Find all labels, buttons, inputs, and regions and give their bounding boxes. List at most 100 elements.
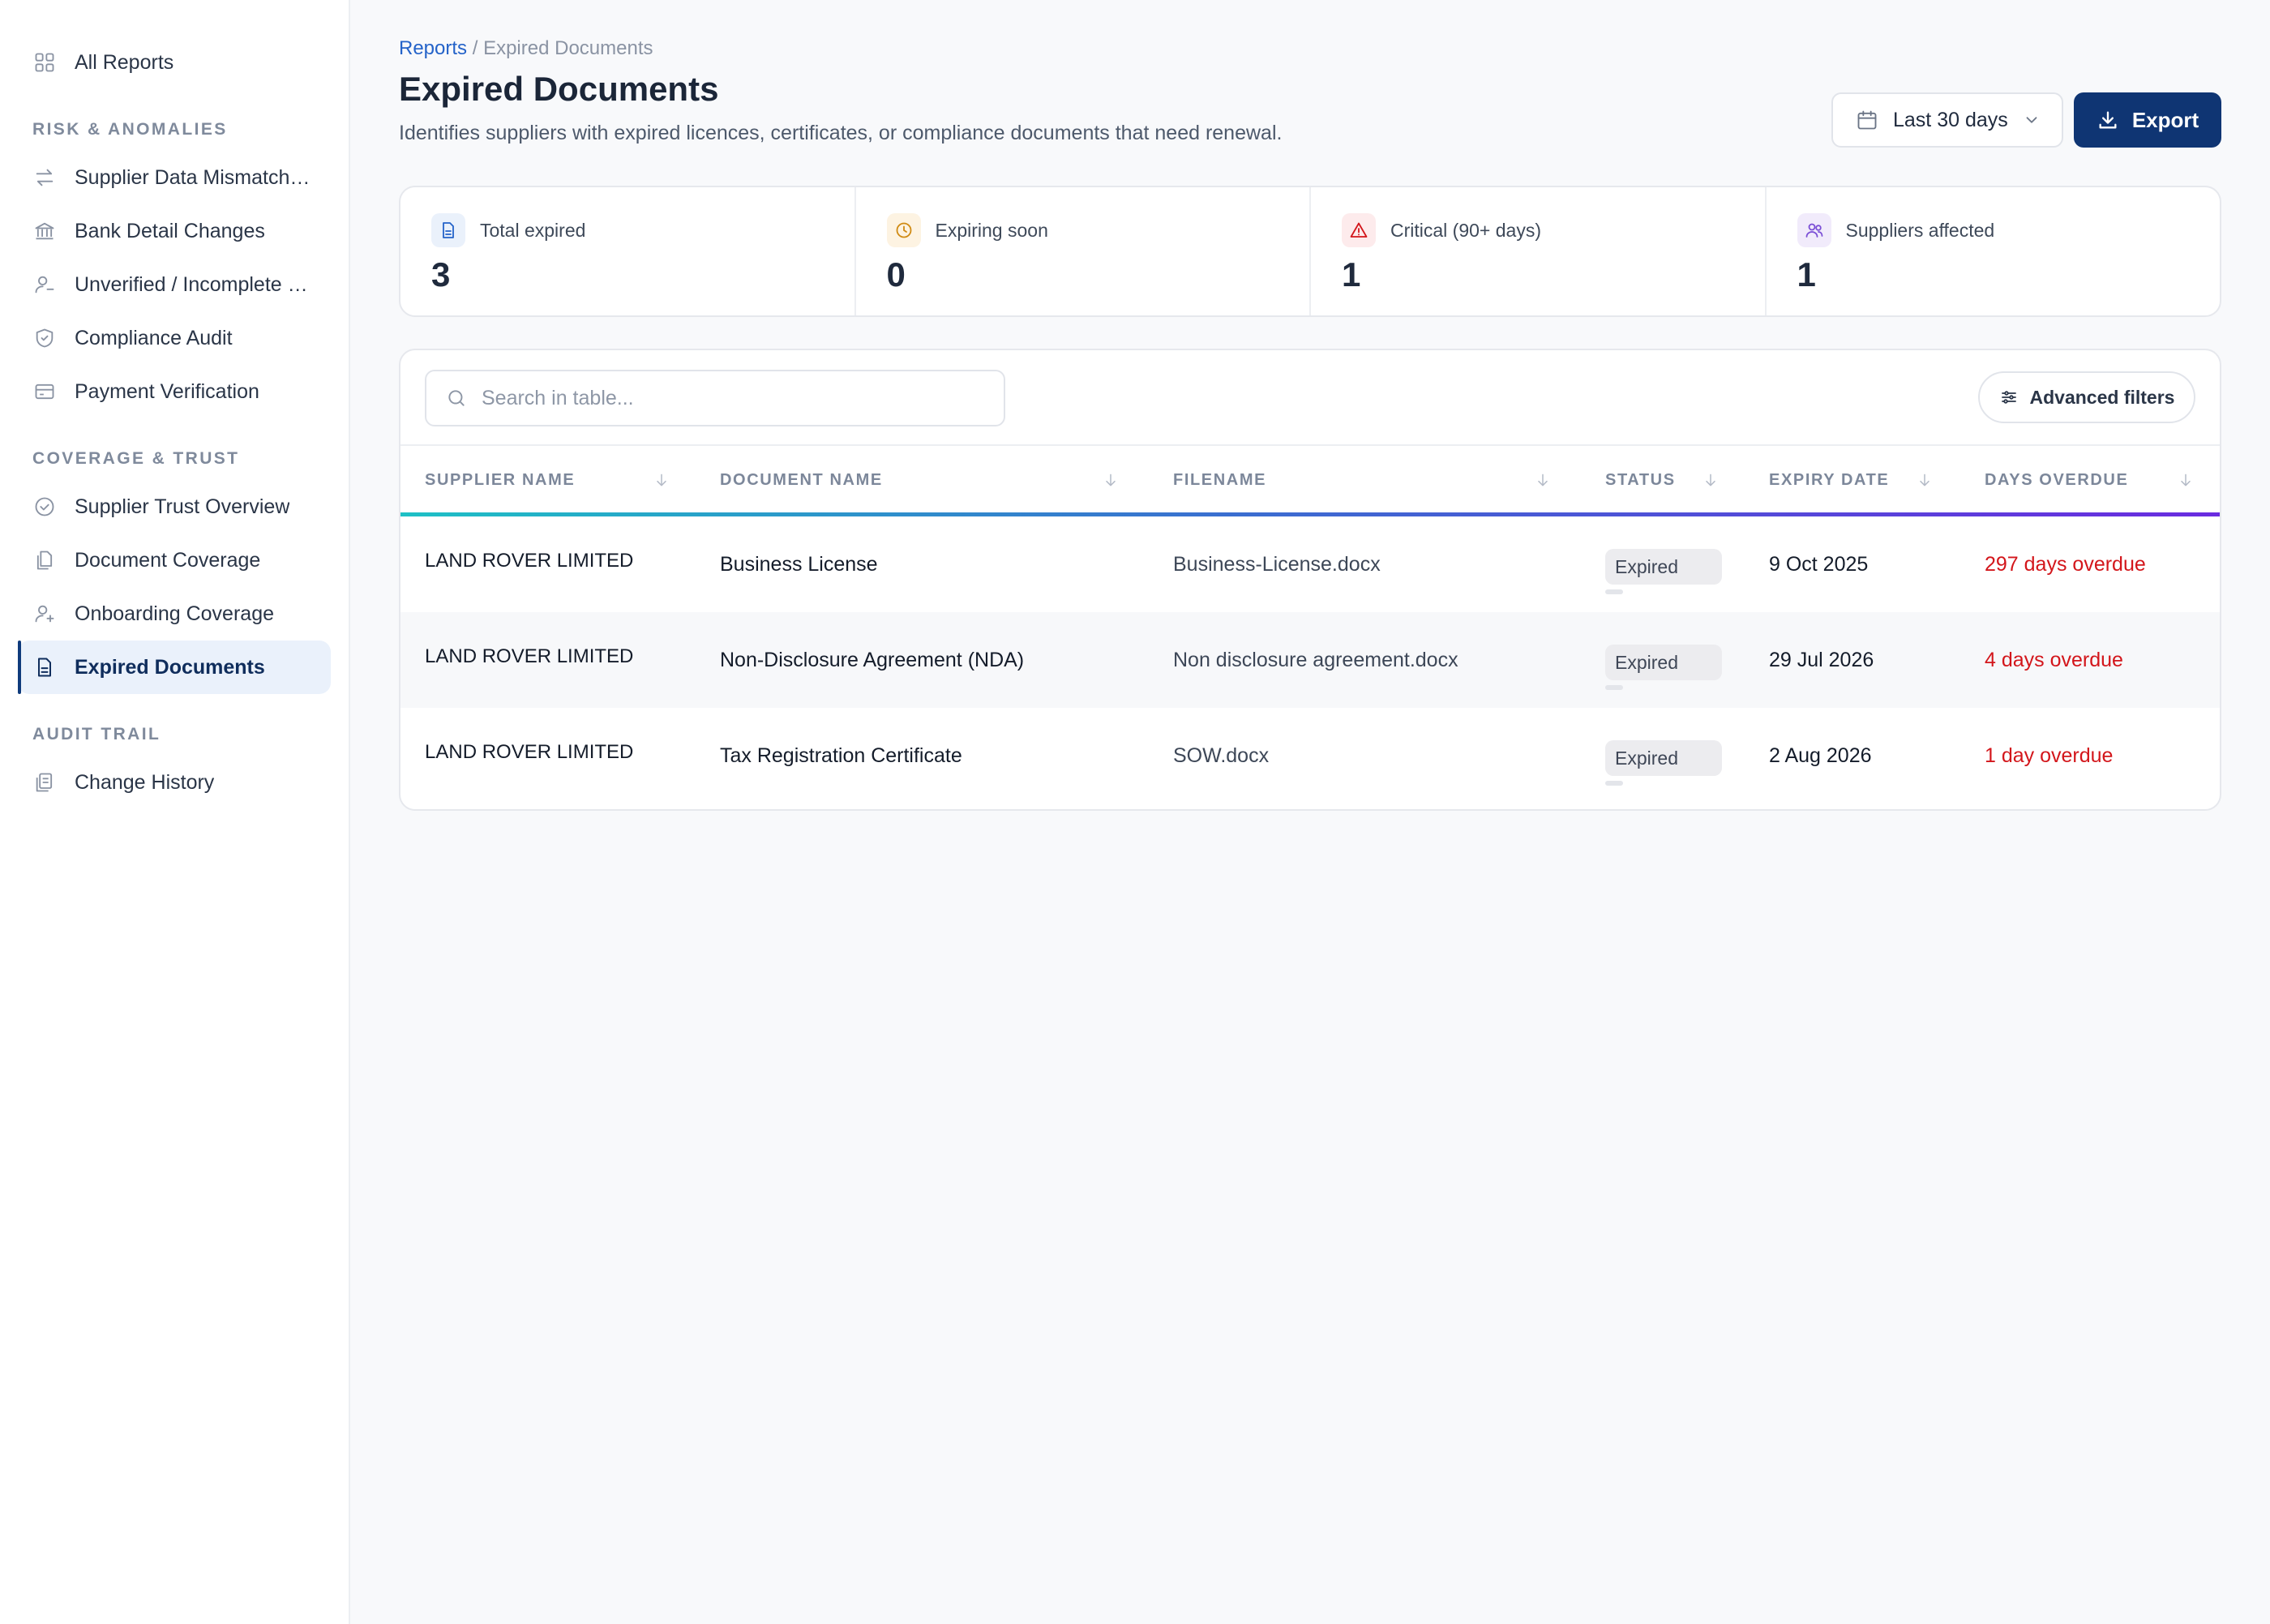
clock-icon bbox=[886, 213, 921, 247]
nav-label: Compliance Audit bbox=[75, 326, 233, 349]
export-label: Export bbox=[2131, 107, 2199, 132]
search-icon bbox=[448, 390, 465, 406]
shield-check-icon bbox=[32, 326, 57, 350]
cell-supplier: LAND ROVER LIMITED bbox=[425, 741, 634, 763]
page-subtitle: Identifies suppliers with expired licenc… bbox=[399, 122, 1283, 144]
stat-label: Expiring soon bbox=[935, 219, 1048, 241]
credit-card-icon bbox=[32, 379, 57, 404]
advanced-filters-button[interactable]: Advanced filters bbox=[1978, 371, 2195, 423]
status-indicator bbox=[1605, 685, 1623, 690]
table-row[interactable]: LAND ROVER LIMITED Business License Busi… bbox=[400, 516, 2220, 612]
nav-supplier-trust-overview[interactable]: Supplier Trust Overview bbox=[18, 480, 331, 533]
sort-arrow-icon bbox=[1106, 473, 1116, 486]
cell-filename[interactable]: SOW.docx bbox=[1173, 708, 1269, 803]
breadcrumb-separator: / bbox=[467, 37, 484, 59]
nav-all-reports[interactable]: All Reports bbox=[18, 36, 331, 89]
column-expiry-date[interactable]: EXPIRY DATE bbox=[1769, 446, 1947, 514]
advanced-filters-label: Advanced filters bbox=[2029, 386, 2175, 408]
export-button[interactable]: Export bbox=[2074, 92, 2221, 148]
breadcrumb-current: Expired Documents bbox=[483, 37, 653, 59]
cell-filename[interactable]: Non disclosure agreement.docx bbox=[1173, 612, 1458, 708]
nav-label: Unverified / Incomplete … bbox=[75, 272, 308, 296]
swap-arrows-icon bbox=[32, 165, 57, 190]
column-days-overdue[interactable]: DAYS OVERDUE bbox=[1985, 446, 2204, 514]
status-badge: Expired bbox=[1605, 740, 1722, 776]
table-row[interactable]: LAND ROVER LIMITED Tax Registration Cert… bbox=[400, 708, 2220, 803]
cell-document: Business License bbox=[720, 552, 878, 576]
table-row[interactable]: LAND ROVER LIMITED Non-Disclosure Agreem… bbox=[400, 612, 2220, 708]
status-badge: Expired bbox=[1605, 549, 1722, 585]
column-label: EXPIRY DATE bbox=[1769, 470, 1890, 489]
nav-label: Bank Detail Changes bbox=[75, 219, 265, 242]
nav-label: Expired Documents bbox=[75, 655, 265, 679]
table-search bbox=[425, 370, 1005, 426]
nav-onboarding-coverage[interactable]: Onboarding Coverage bbox=[18, 587, 331, 641]
nav-payment-verification[interactable]: Payment Verification bbox=[18, 365, 331, 418]
stat-label: Total expired bbox=[480, 219, 586, 241]
sort-arrow-icon bbox=[1538, 473, 1548, 486]
column-status[interactable]: STATUS bbox=[1605, 446, 1727, 514]
nav-bank-detail-changes[interactable]: Bank Detail Changes bbox=[18, 204, 331, 258]
stat-value: 3 bbox=[431, 255, 451, 294]
column-label: DAYS OVERDUE bbox=[1985, 470, 2129, 489]
search-input[interactable] bbox=[482, 386, 984, 410]
stat-label: Suppliers affected bbox=[1845, 219, 1995, 241]
nav-supplier-data-mismatch[interactable]: Supplier Data Mismatch… bbox=[18, 151, 331, 204]
cell-days-overdue: 1 day overdue bbox=[1985, 743, 2114, 767]
nav-section-audit: AUDIT TRAIL bbox=[32, 725, 161, 743]
column-label: STATUS bbox=[1605, 470, 1676, 489]
stat-expiring-soon: Expiring soon 0 bbox=[856, 187, 1311, 315]
cell-days-overdue: 297 days overdue bbox=[1985, 552, 2146, 576]
warning-icon bbox=[1342, 213, 1376, 247]
column-filename[interactable]: FILENAME bbox=[1173, 446, 1578, 514]
nav-label: Document Coverage bbox=[75, 548, 261, 572]
nav-expired-documents[interactable]: Expired Documents bbox=[18, 641, 331, 694]
stat-suppliers-affected: Suppliers affected 1 bbox=[1767, 187, 2221, 315]
document-icon bbox=[32, 655, 57, 679]
sliders-icon bbox=[2001, 391, 2016, 404]
chevron-down-icon bbox=[2026, 117, 2037, 123]
status-badge: Expired bbox=[1605, 645, 1722, 680]
cell-days-overdue: 4 days overdue bbox=[1985, 648, 2123, 671]
sort-arrow-icon bbox=[2181, 473, 2191, 486]
status-indicator bbox=[1605, 781, 1623, 786]
sort-arrow-icon bbox=[1706, 473, 1715, 486]
nav-change-history[interactable]: Change History bbox=[18, 756, 331, 809]
cell-document: Non-Disclosure Agreement (NDA) bbox=[720, 648, 1025, 671]
cell-expiry-date: 9 Oct 2025 bbox=[1769, 552, 1869, 576]
breadcrumb-reports-link[interactable]: Reports bbox=[399, 37, 467, 59]
stat-value: 1 bbox=[1797, 255, 1816, 294]
date-range-label: Last 30 days bbox=[1893, 108, 2008, 131]
stats-bar: Total expired 3 Expiring soon 0 Critical… bbox=[399, 186, 2221, 317]
users-icon bbox=[1797, 213, 1831, 247]
cell-filename[interactable]: Business-License.docx bbox=[1173, 516, 1381, 612]
cell-supplier: LAND ROVER LIMITED bbox=[425, 550, 634, 572]
nav-unverified-incomplete[interactable]: Unverified / Incomplete … bbox=[18, 258, 331, 311]
nav-label: Supplier Data Mismatch… bbox=[75, 165, 311, 189]
nav-label: Change History bbox=[75, 770, 215, 794]
documents-icon bbox=[32, 548, 57, 572]
user-minus-icon bbox=[32, 272, 57, 297]
cell-document: Tax Registration Certificate bbox=[720, 743, 962, 767]
column-document-name[interactable]: DOCUMENT NAME bbox=[720, 446, 1125, 514]
table-header: SUPPLIER NAME DOCUMENT NAME FILENAME STA… bbox=[400, 444, 2220, 516]
nav-section-risk: RISK & ANOMALIES bbox=[32, 120, 228, 139]
nav-document-coverage[interactable]: Document Coverage bbox=[18, 533, 331, 587]
nav-label: Onboarding Coverage bbox=[75, 602, 274, 625]
column-supplier-name[interactable]: SUPPLIER NAME bbox=[425, 446, 683, 514]
stat-value: 1 bbox=[1342, 255, 1361, 294]
user-plus-icon bbox=[32, 602, 57, 626]
grid-icon bbox=[32, 50, 57, 75]
calendar-icon bbox=[1857, 110, 1877, 130]
sort-arrow-icon bbox=[657, 473, 666, 486]
column-label: FILENAME bbox=[1173, 470, 1267, 489]
bank-icon bbox=[32, 219, 57, 243]
stat-critical: Critical (90+ days) 1 bbox=[1311, 187, 1767, 315]
document-icon bbox=[431, 213, 465, 247]
stat-value: 0 bbox=[886, 255, 906, 294]
nav-compliance-audit[interactable]: Compliance Audit bbox=[18, 311, 331, 365]
date-range-dropdown[interactable]: Last 30 days bbox=[1831, 92, 2063, 148]
nav-section-coverage: COVERAGE & TRUST bbox=[32, 449, 240, 468]
stat-label: Critical (90+ days) bbox=[1390, 219, 1541, 241]
nav-label: Payment Verification bbox=[75, 379, 259, 403]
